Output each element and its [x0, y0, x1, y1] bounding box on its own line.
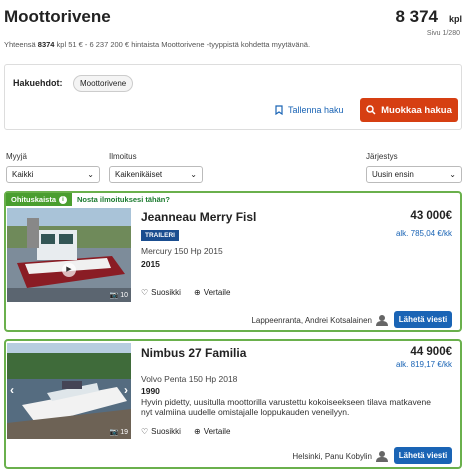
- listing-price: 44 900€: [410, 346, 452, 358]
- listing-title[interactable]: Jeanneau Merry Fisl: [141, 210, 256, 224]
- listing-photo[interactable]: ‹ › 📷 19: [7, 343, 131, 439]
- chevron-down-icon: ⌄: [449, 170, 456, 179]
- summary-count: 8374: [37, 40, 55, 49]
- compare-label: Vertaile: [203, 427, 231, 436]
- save-search-link[interactable]: Tallenna haku: [275, 105, 344, 115]
- financing-price[interactable]: alk. 785,04 €/kk: [396, 229, 452, 238]
- bookmark-icon: [275, 105, 283, 115]
- listing-title[interactable]: Nimbus 27 Familia: [141, 346, 246, 360]
- edit-search-label: Muokkaa hakua: [381, 104, 452, 116]
- next-photo-icon[interactable]: ›: [124, 383, 128, 397]
- favorite-button[interactable]: ♡ Suosikki: [141, 427, 181, 436]
- promo-bar: Ohituskaista i Nosta ilmoituksesi tähän?: [6, 193, 170, 206]
- page-title: Moottorivene: [4, 7, 111, 26]
- listing-filter-select[interactable]: Kaikenikäiset ⌄: [109, 166, 203, 183]
- trailer-badge: TRAILERI: [141, 230, 179, 241]
- seller-name: Helsinki, Panu Kobylin: [292, 451, 372, 461]
- camera-icon: 📷: [109, 292, 119, 299]
- photo-count-value: 10: [120, 291, 128, 299]
- seller-info: Helsinki, Panu Kobylin: [292, 450, 388, 462]
- prev-photo-icon[interactable]: ‹: [10, 383, 14, 397]
- listing-photo[interactable]: ▶ 📷 10: [7, 208, 131, 302]
- plus-circle-icon: ⊕: [194, 427, 201, 436]
- save-search-label: Tallenna haku: [288, 105, 344, 115]
- seller-filter-value: Kaikki: [12, 170, 34, 179]
- user-icon: [376, 451, 388, 462]
- sort-label: Järjestys: [366, 152, 398, 161]
- edit-search-button[interactable]: Muokkaa hakua: [360, 98, 458, 122]
- heart-icon: ♡: [141, 427, 149, 436]
- listing-year: 1990: [141, 386, 160, 396]
- results-summary: Yhteensä 8374 kpl 51 € - 6 237 200 € hin…: [4, 40, 310, 49]
- user-icon: [376, 315, 388, 326]
- listing-filter-label: Ilmoitus: [109, 152, 137, 161]
- plus-circle-icon: ⊕: [194, 288, 201, 297]
- photo-count: 📷 19: [109, 428, 128, 437]
- play-icon[interactable]: ▶: [62, 263, 76, 277]
- chevron-down-icon: ⌄: [190, 170, 197, 179]
- seller-info: Lappeenranta, Andrei Kotsalainen: [251, 314, 388, 326]
- listing-card[interactable]: Ohituskaista i Nosta ilmoituksesi tähän? …: [4, 191, 462, 332]
- summary-prefix: Yhteensä: [4, 40, 38, 49]
- photo-count-value: 19: [120, 428, 128, 436]
- sort-select[interactable]: Uusin ensin ⌄: [366, 166, 462, 183]
- financing-price[interactable]: alk. 819,17 €/kk: [396, 360, 452, 369]
- criteria-chip[interactable]: Moottorivene: [73, 75, 134, 92]
- seller-name: Lappeenranta, Andrei Kotsalainen: [251, 315, 372, 325]
- chevron-down-icon: ⌄: [87, 170, 94, 179]
- promo-tag: Ohituskaista i: [6, 193, 73, 206]
- info-icon[interactable]: i: [59, 195, 68, 204]
- result-count: 8 374: [395, 7, 438, 26]
- send-message-button[interactable]: Lähetä viesti: [394, 447, 452, 464]
- result-count-unit: kpl: [448, 14, 462, 24]
- listing-engine: Volvo Penta 150 Hp 2018: [141, 374, 238, 384]
- summary-suffix: kpl 51 € - 6 237 200 € hintaista Moottor…: [54, 40, 311, 49]
- compare-button[interactable]: ⊕ Vertaile: [194, 288, 230, 297]
- search-icon: [366, 105, 376, 115]
- compare-label: Vertaile: [203, 288, 231, 297]
- favorite-button[interactable]: ♡ Suosikki: [141, 288, 181, 297]
- listing-filter-value: Kaikenikäiset: [115, 170, 163, 179]
- promo-tag-label: Ohituskaista: [11, 195, 57, 204]
- photo-count: 📷 10: [109, 291, 128, 300]
- compare-button[interactable]: ⊕ Vertaile: [194, 427, 230, 436]
- boat-photo: [7, 208, 131, 302]
- listing-engine: Mercury 150 Hp 2015: [141, 246, 223, 256]
- boat-photo: [7, 343, 131, 439]
- heart-icon: ♡: [141, 288, 149, 297]
- listing-price: 43 000€: [410, 210, 452, 222]
- send-message-button[interactable]: Lähetä viesti: [394, 311, 452, 328]
- favorite-label: Suosikki: [151, 288, 181, 297]
- listing-card[interactable]: ‹ › 📷 19 Nimbus 27 Familia 44 900€ alk. 8…: [4, 339, 462, 469]
- listing-description: Hyvin pidetty, uusitulla moottorilla var…: [141, 397, 431, 417]
- search-criteria-box: Hakuehdot: Moottorivene Tallenna haku Mu…: [4, 64, 462, 130]
- seller-filter-label: Myyjä: [6, 152, 27, 161]
- page-info: Sivu 1/280: [426, 30, 460, 37]
- listing-year: 2015: [141, 259, 160, 269]
- promo-link[interactable]: Nosta ilmoituksesi tähän?: [77, 195, 170, 204]
- camera-icon: 📷: [109, 429, 119, 436]
- favorite-label: Suosikki: [151, 427, 181, 436]
- criteria-label: Hakuehdot:: [13, 78, 63, 88]
- seller-filter-select[interactable]: Kaikki ⌄: [6, 166, 100, 183]
- sort-value: Uusin ensin: [372, 170, 414, 179]
